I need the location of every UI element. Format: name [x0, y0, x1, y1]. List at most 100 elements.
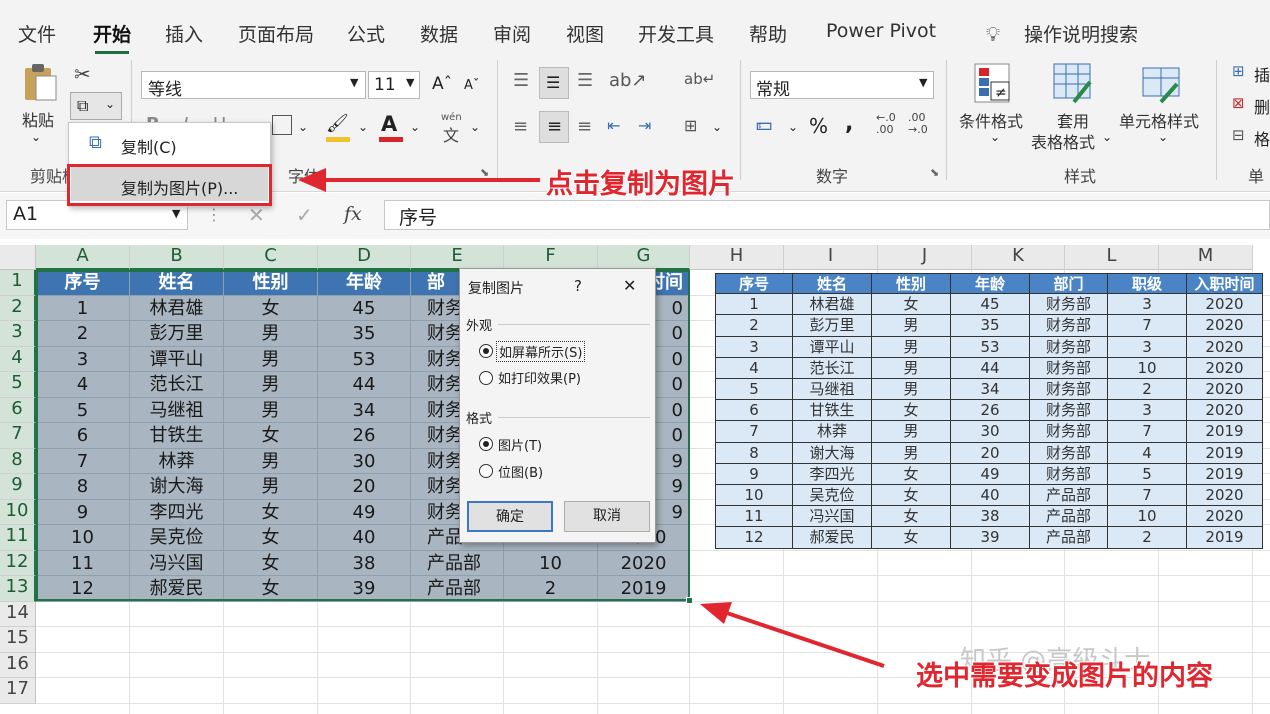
- table-cell[interactable]: 2020: [1187, 315, 1263, 337]
- table-cell[interactable]: 2020: [1187, 357, 1263, 379]
- row-header[interactable]: 12: [0, 550, 36, 576]
- column-header[interactable]: J: [878, 245, 972, 270]
- table-cell[interactable]: 2020: [1187, 336, 1263, 358]
- fill-color-icon[interactable]: 🖌︎: [326, 113, 349, 134]
- row-header[interactable]: 1: [0, 270, 36, 296]
- table-cell[interactable]: 2020: [1187, 294, 1263, 316]
- table-cell[interactable]: 11: [715, 506, 793, 528]
- tab-formulas[interactable]: 公式: [347, 20, 385, 47]
- column-header[interactable]: H: [690, 245, 784, 270]
- cancel-button[interactable]: 取消: [564, 501, 650, 532]
- table-cell[interactable]: 2: [715, 315, 793, 337]
- table-cell[interactable]: 2019: [1187, 442, 1263, 464]
- increase-indent-icon[interactable]: ⇥: [638, 116, 651, 135]
- help-button[interactable]: ?: [574, 277, 582, 295]
- table-cell[interactable]: 财务部: [1030, 315, 1108, 337]
- paste-button[interactable]: 粘贴: [22, 107, 54, 131]
- table-cell[interactable]: 财务部: [1030, 294, 1108, 316]
- row-header[interactable]: 13: [0, 576, 36, 602]
- column-header[interactable]: L: [1065, 245, 1159, 270]
- row-header[interactable]: 7: [0, 423, 36, 449]
- decrease-font-icon[interactable]: Aˇ: [464, 78, 479, 93]
- font-size-select[interactable]: 11 ▼: [368, 71, 420, 99]
- table-cell[interactable]: 马继祖: [793, 379, 872, 401]
- column-header[interactable]: F: [504, 245, 598, 270]
- table-cell[interactable]: 10: [1108, 357, 1187, 379]
- column-header[interactable]: G: [598, 245, 690, 270]
- copy-split-button[interactable]: ⧉ ⌄: [70, 92, 122, 120]
- align-middle-button[interactable]: ☰: [539, 67, 569, 99]
- menu-item-copy[interactable]: ⧉ 复制(C): [69, 123, 270, 163]
- picture-label[interactable]: 图片(T): [498, 435, 542, 454]
- table-cell[interactable]: 吴克俭: [793, 485, 872, 507]
- column-header[interactable]: K: [972, 245, 1065, 270]
- table-cell[interactable]: 男: [872, 336, 951, 358]
- table-header-cell[interactable]: 部门: [1030, 273, 1108, 295]
- table-cell[interactable]: 林莽: [793, 421, 872, 443]
- close-button[interactable]: ✕: [623, 276, 636, 295]
- table-cell[interactable]: 男: [872, 379, 951, 401]
- number-format-select[interactable]: 常规 ▼: [750, 71, 934, 100]
- table-cell[interactable]: 44: [951, 357, 1030, 379]
- table-header-cell[interactable]: 职级: [1108, 273, 1187, 295]
- table-cell[interactable]: 49: [951, 463, 1030, 485]
- row-header[interactable]: 2: [0, 295, 36, 321]
- table-cell[interactable]: 10: [715, 485, 793, 507]
- table-cell[interactable]: 3: [1108, 294, 1187, 316]
- tab-home[interactable]: 开始: [93, 20, 131, 54]
- table-cell[interactable]: 女: [872, 506, 951, 528]
- column-header[interactable]: C: [224, 245, 318, 270]
- row-header[interactable]: 10: [0, 499, 36, 525]
- table-header-cell[interactable]: 性别: [872, 273, 951, 295]
- delete-cells-button[interactable]: 删: [1254, 94, 1270, 118]
- table-cell[interactable]: 2020: [1187, 379, 1263, 401]
- column-header[interactable]: I: [784, 245, 878, 270]
- row-header[interactable]: 9: [0, 474, 36, 500]
- table-cell[interactable]: 郝爱民: [793, 527, 872, 549]
- table-cell[interactable]: 40: [951, 485, 1030, 507]
- table-cell[interactable]: 男: [872, 315, 951, 337]
- table-cell[interactable]: 53: [951, 336, 1030, 358]
- row-header[interactable]: 16: [0, 652, 36, 678]
- table-cell[interactable]: 20: [951, 442, 1030, 464]
- row-header[interactable]: 11: [0, 525, 36, 551]
- radio-picture[interactable]: [479, 437, 493, 451]
- increase-font-icon[interactable]: Aˆ: [432, 74, 452, 94]
- table-cell[interactable]: 财务部: [1030, 336, 1108, 358]
- table-header-cell[interactable]: 入职时间: [1187, 273, 1263, 295]
- table-cell[interactable]: 产品部: [1030, 506, 1108, 528]
- table-cell[interactable]: 3: [1108, 336, 1187, 358]
- column-header[interactable]: M: [1159, 245, 1253, 270]
- align-right-icon[interactable]: ≡: [577, 116, 592, 137]
- table-cell[interactable]: 男: [872, 421, 951, 443]
- decrease-decimal-icon[interactable]: .00 →.0: [908, 112, 928, 136]
- table-cell[interactable]: 7: [1108, 485, 1187, 507]
- table-cell[interactable]: 甘铁生: [793, 400, 872, 422]
- paste-icon[interactable]: [22, 62, 58, 102]
- table-cell[interactable]: 4: [715, 357, 793, 379]
- as-shown-screen-label[interactable]: 如屏幕所示(S): [496, 341, 586, 362]
- table-cell[interactable]: 39: [951, 527, 1030, 549]
- insert-cells-button[interactable]: 插: [1254, 62, 1270, 86]
- table-cell[interactable]: 7: [715, 421, 793, 443]
- table-cell[interactable]: 2020: [1187, 506, 1263, 528]
- table-cell[interactable]: 38: [951, 506, 1030, 528]
- wrap-text-icon[interactable]: ab↵: [684, 70, 715, 88]
- tell-me-search[interactable]: 操作说明搜索: [1024, 20, 1138, 47]
- column-header[interactable]: B: [130, 245, 224, 270]
- table-cell[interactable]: 李四光: [793, 463, 872, 485]
- tab-developer[interactable]: 开发工具: [638, 20, 714, 47]
- cell-styles-icon[interactable]: [1141, 62, 1183, 104]
- increase-decimal-icon[interactable]: ←.0.00: [876, 112, 896, 136]
- table-cell[interactable]: 财务部: [1030, 442, 1108, 464]
- table-cell[interactable]: 财务部: [1030, 379, 1108, 401]
- table-cell[interactable]: 6: [715, 400, 793, 422]
- row-header[interactable]: 6: [0, 397, 36, 423]
- ok-button[interactable]: 确定: [467, 501, 553, 532]
- table-cell[interactable]: 女: [872, 294, 951, 316]
- table-cell[interactable]: 财务部: [1030, 463, 1108, 485]
- table-cell[interactable]: 5: [715, 379, 793, 401]
- format-as-table-button[interactable]: 表格格式: [1031, 129, 1095, 153]
- tab-data[interactable]: 数据: [420, 20, 458, 47]
- table-cell[interactable]: 2020: [1187, 400, 1263, 422]
